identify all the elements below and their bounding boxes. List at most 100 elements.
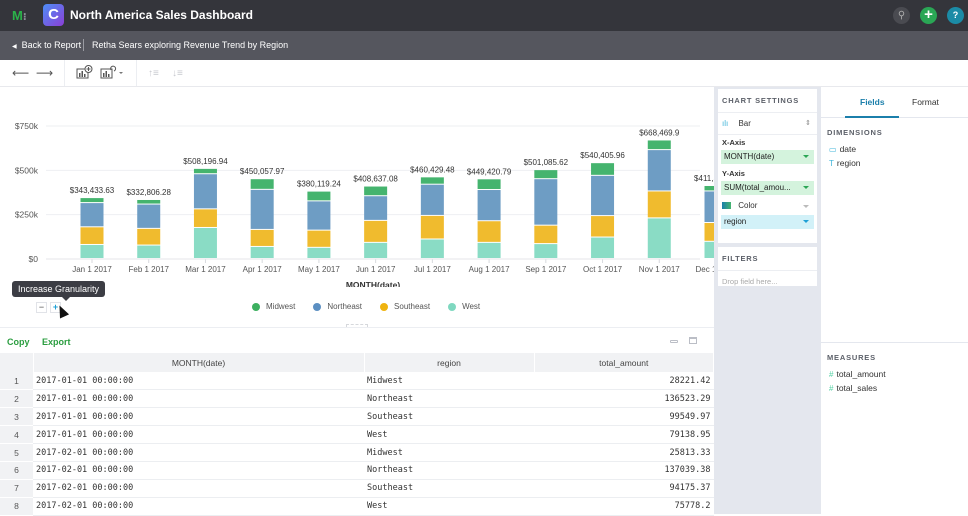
measure-total-amount[interactable]: # total_amount [829,369,886,379]
cell-total-amount: 25813.33 [534,443,714,462]
dimension-region[interactable]: Tregion [829,158,861,168]
bar-segment-southeast [307,230,331,247]
filters-drop-zone[interactable]: Drop field here... [718,271,817,292]
measure-total-sales[interactable]: # total_sales [829,383,877,393]
chevron-left-icon: ◀ [12,44,17,50]
x-axis-field[interactable]: MONTH(date) [721,150,814,164]
tab-fields[interactable]: Fields [860,97,885,107]
legend-item-west[interactable]: West [448,302,480,311]
table-row[interactable]: 3 2017-01-01 00:00:00 Southeast 99549.97 [0,407,714,427]
cell-region: Northeast [364,461,534,480]
bar-segment-midwest [137,199,161,204]
y-tick-label: $750k [15,121,39,131]
panel-divider [821,342,968,343]
x-tick-label: Jun 1 2017 [356,265,396,274]
toolbar: ⟵ ⟶ ↑≡ ↓≡ [0,60,968,87]
copy-button[interactable]: Copy [7,337,30,347]
chart-legend: Midwest Northeast Southeast West [252,302,480,311]
chart-settings-box: CHART SETTINGS ılı Bar ⇕ X-Axis MONTH(da… [718,89,817,243]
cell-month: 2017-02-01 00:00:00 [33,497,364,516]
filters-header: FILTERS [718,247,817,271]
color-label: Color [738,201,758,210]
bar-segment-northeast [250,189,274,229]
table-header-row: MONTH(date) region total_amount [0,353,714,372]
y-tick-label: $250k [15,210,39,220]
x-tick-label: Feb 1 2017 [128,265,169,274]
x-tick-label: Jan 1 2017 [72,265,112,274]
bar-total-label: $668,469.9 [639,128,680,137]
bar-total-label: $332,806.28 [126,188,171,197]
bar-segment-southeast [80,227,104,244]
minimize-icon[interactable] [670,340,678,343]
column-header-region[interactable]: region [364,353,535,372]
back-arrow-icon[interactable]: ⟵ [12,66,29,80]
help-icon[interactable]: ? [947,7,964,24]
bar-total-label: $380,119.24 [297,180,341,189]
breadcrumb-title: Retha Sears exploring Revenue Trend by R… [92,40,289,50]
add-chart-icon[interactable] [76,65,93,82]
export-button[interactable]: Export [42,337,71,347]
sort-ascending-icon[interactable]: ↑≡ [148,68,159,79]
column-header-total-amount[interactable]: total_amount [534,353,714,372]
cell-total-amount: 136523.29 [534,389,714,409]
dimensions-title: DIMENSIONS [827,128,883,137]
color-encoding-row[interactable]: Color [718,197,817,215]
back-to-report-link[interactable]: ◀ Back to Report [12,40,81,50]
breadcrumb-bar: ◀ Back to Report Retha Sears exploring Re… [0,31,968,60]
bar-segment-northeast [704,191,714,223]
legend-item-midwest[interactable]: Midwest [252,302,295,311]
table-row[interactable]: 6 2017-02-01 00:00:00 Northeast 137039.38 [0,461,714,480]
chart-type-select[interactable]: ılı Bar ⇕ [718,113,817,135]
legend-label: West [462,302,481,311]
y-tick-label: $500k [15,165,39,175]
bar-total-label: $411,583.72 [694,174,714,183]
table-row[interactable]: 2 2017-01-01 00:00:00 Northeast 136523.29 [0,389,714,409]
bar-segment-west [307,247,331,258]
decrease-granularity-button[interactable]: − [36,302,47,313]
cell-month: 2017-02-01 00:00:00 [33,443,364,462]
cell-month: 2017-01-01 00:00:00 [33,389,364,409]
active-tab-indicator [845,116,899,118]
row-index: 2 [0,389,33,409]
chart-settings-header: CHART SETTINGS [718,89,817,113]
add-icon[interactable]: + [920,7,937,24]
stacked-bar-chart: $0 $250k $500k $750k Jan 1 2017 $343,433.63 Fe… [15,121,714,287]
bar-segment-midwest [250,179,274,189]
table-row[interactable]: 7 2017-02-01 00:00:00 Southeast 94175.37 [0,479,714,498]
row-index: 6 [0,461,33,480]
x-tick-label: Apr 1 2017 [243,265,283,274]
table-row[interactable]: 5 2017-02-01 00:00:00 Midwest 25813.33 [0,443,714,462]
color-field[interactable]: region [721,215,814,229]
legend-item-northeast[interactable]: Northeast [313,302,362,311]
table-row[interactable]: 8 2017-02-01 00:00:00 West 75778.2 [0,497,714,516]
bar-segment-northeast [364,196,388,220]
change-chart-icon[interactable] [100,65,125,82]
bar-segment-midwest [364,186,388,196]
x-tick-label: Sep 1 2017 [525,265,566,274]
bar-segment-southeast [704,223,714,241]
y-axis-field[interactable]: SUM(total_amou... [721,181,814,195]
app-logo[interactable]: M⁝ [12,8,27,23]
table-row[interactable]: 1 2017-01-01 00:00:00 Midwest 28221.42 [0,372,714,391]
legend-item-southeast[interactable]: Southeast [380,302,430,311]
tab-format[interactable]: Format [912,97,939,107]
dimension-date[interactable]: ▭ date [829,144,856,154]
bar-segment-northeast [647,150,671,191]
bar-segment-midwest [307,191,331,201]
bar-segment-west [364,242,388,258]
column-header-month[interactable]: MONTH(date) [33,353,365,372]
bar-total-label: $343,433.63 [70,186,115,195]
bar-total-label: $449,420.79 [467,167,512,176]
bar-segment-west [193,227,217,258]
sort-descending-icon[interactable]: ↓≡ [172,68,183,79]
search-icon[interactable]: ⚲ [893,7,910,24]
bar-segment-southeast [137,228,161,245]
bar-segment-southeast [647,191,671,218]
forward-arrow-icon[interactable]: ⟶ [36,66,53,80]
chart-type-value: Bar [738,119,751,128]
row-index: 1 [0,372,33,391]
table-row[interactable]: 4 2017-01-01 00:00:00 West 79138.95 [0,425,714,445]
bar-total-label: $450,057.97 [240,167,285,176]
maximize-icon[interactable] [689,337,697,344]
chevron-down-icon [803,186,809,189]
